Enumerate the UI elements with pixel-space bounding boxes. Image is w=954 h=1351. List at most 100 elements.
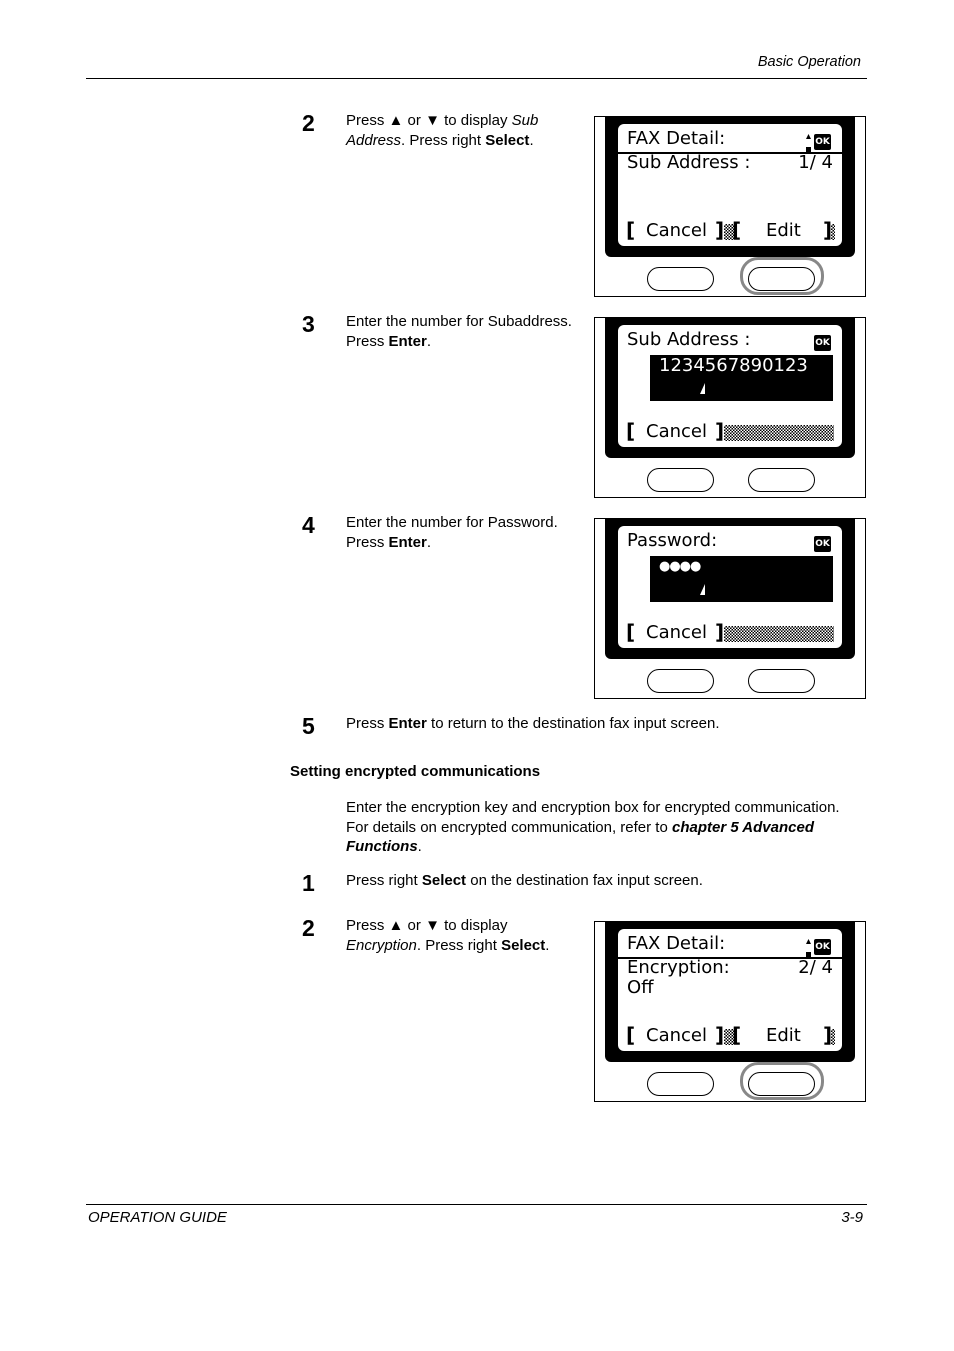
step-text: Press right Select on the destination fa… bbox=[346, 871, 703, 891]
text: to display bbox=[439, 917, 508, 934]
dither bbox=[724, 626, 834, 642]
softkey-bar: [ Cancel ] bbox=[618, 620, 842, 646]
lcd-title: FAX Detail: bbox=[627, 933, 726, 954]
text: . Press right bbox=[416, 936, 502, 954]
step-text: Press ▲ or ▼ to display Sub Address. Pre… bbox=[346, 111, 538, 150]
softkey-edit[interactable]: Edit bbox=[766, 1025, 801, 1046]
footer-rule bbox=[86, 1204, 867, 1205]
text: or bbox=[403, 112, 426, 129]
lcd-counter: 1/ 4 bbox=[798, 152, 833, 173]
key-name: Enter bbox=[388, 533, 427, 551]
lcd-title: Password: bbox=[627, 530, 718, 551]
key-name: Select bbox=[501, 936, 546, 954]
lcd-counter: 2/ 4 bbox=[798, 957, 833, 978]
ok-icon: OK bbox=[814, 134, 831, 150]
header-rule bbox=[86, 78, 867, 79]
text: . bbox=[545, 936, 550, 954]
cursor-icon bbox=[700, 383, 705, 394]
panel-fax-detail-encryption: FAX Detail: OK Encryption: 2/ 4 Off [ Ca… bbox=[594, 921, 866, 1102]
scroll-arrows-icon bbox=[806, 134, 811, 152]
ok-icon: OK bbox=[814, 335, 831, 351]
scroll-arrows-icon bbox=[806, 939, 811, 957]
text: Press right bbox=[346, 872, 422, 889]
right-select-button[interactable] bbox=[748, 468, 815, 492]
up-arrow-icon: ▲ bbox=[388, 917, 404, 934]
softkey-bar: [ Cancel ] [ Edit ] bbox=[618, 218, 842, 244]
text: Enter the number for Subaddress. bbox=[346, 313, 572, 330]
text: . Press right bbox=[401, 131, 486, 149]
section-heading: Setting encrypted communications bbox=[290, 763, 541, 780]
step-text: Enter the number for Subaddress. Press E… bbox=[346, 312, 572, 351]
step-text: Press ▲ or ▼ to display Encryption. Pres… bbox=[346, 916, 549, 955]
display-bezel: Sub Address : OK 1234567890123 [ Cancel … bbox=[605, 318, 855, 458]
ok-icon: OK bbox=[814, 536, 831, 552]
dither bbox=[831, 1029, 835, 1045]
text: . bbox=[417, 838, 422, 855]
lcd-screen: FAX Detail: OK Encryption: 2/ 4 Off [ Ca… bbox=[618, 929, 842, 1051]
text: on the destination fax input screen. bbox=[466, 872, 703, 889]
text: . bbox=[426, 332, 432, 350]
softkey-cancel[interactable]: Cancel bbox=[646, 421, 707, 442]
password-input[interactable]: ●●●● bbox=[650, 556, 833, 602]
softkey-cancel[interactable]: Cancel bbox=[646, 220, 707, 241]
text: or bbox=[403, 917, 426, 934]
right-select-button[interactable] bbox=[748, 267, 815, 291]
left-select-button[interactable] bbox=[647, 669, 714, 693]
term: Address bbox=[346, 131, 402, 149]
step-number: 4 bbox=[302, 512, 315, 538]
step-text: Press Enter to return to the destination… bbox=[346, 714, 720, 734]
panel-password-entry: Password: OK ●●●● [ Cancel ] bbox=[594, 518, 866, 699]
lcd-screen: Sub Address : OK 1234567890123 [ Cancel … bbox=[618, 325, 842, 447]
panel-fax-detail-subaddress: FAX Detail: OK Sub Address : 1/ 4 [ Canc… bbox=[594, 116, 866, 297]
text: For details on encrypted communication, … bbox=[346, 818, 672, 836]
text: to display bbox=[439, 112, 512, 129]
step-number: 1 bbox=[302, 870, 315, 896]
dither bbox=[831, 224, 835, 240]
step-number: 2 bbox=[302, 915, 315, 941]
step-text: Enter the number for Password. Press Ent… bbox=[346, 513, 558, 552]
lcd-item: Sub Address : bbox=[627, 152, 751, 173]
lcd-screen: FAX Detail: OK Sub Address : 1/ 4 [ Canc… bbox=[618, 124, 842, 246]
softkey-edit[interactable]: Edit bbox=[766, 220, 801, 241]
left-select-button[interactable] bbox=[647, 468, 714, 492]
right-select-button[interactable] bbox=[748, 669, 815, 693]
panel-subaddress-entry: Sub Address : OK 1234567890123 [ Cancel … bbox=[594, 317, 866, 498]
lcd-item: Encryption: bbox=[627, 957, 730, 978]
footer-guide-title: OPERATION GUIDE bbox=[88, 1209, 227, 1226]
key-name: Select bbox=[421, 872, 467, 889]
page-number: 3-9 bbox=[841, 1209, 863, 1226]
ok-icon: OK bbox=[814, 939, 831, 955]
header-section-title: Basic Operation bbox=[757, 54, 861, 70]
lcd-title: Sub Address : bbox=[627, 329, 751, 350]
up-arrow-icon: ▲ bbox=[388, 112, 404, 129]
term: Encryption bbox=[346, 936, 417, 954]
text: Press bbox=[346, 533, 389, 551]
text: Press bbox=[346, 332, 389, 350]
text: Press bbox=[346, 715, 389, 732]
lcd-screen: Password: OK ●●●● [ Cancel ] bbox=[618, 526, 842, 648]
subaddress-input[interactable]: 1234567890123 bbox=[650, 355, 833, 401]
down-arrow-icon: ▼ bbox=[425, 917, 440, 934]
text: . bbox=[529, 131, 534, 149]
cursor-icon bbox=[700, 584, 705, 595]
input-value: 1234567890123 bbox=[659, 355, 808, 376]
lcd-value: Off bbox=[627, 977, 654, 998]
softkey-cancel[interactable]: Cancel bbox=[646, 622, 707, 643]
text: Press bbox=[346, 917, 389, 934]
text: Enter the number for Password. bbox=[346, 514, 558, 531]
right-select-button[interactable] bbox=[748, 1072, 815, 1096]
display-bezel: FAX Detail: OK Encryption: 2/ 4 Off [ Ca… bbox=[605, 922, 855, 1062]
key-name: Enter bbox=[388, 332, 427, 350]
softkey-bar: [ Cancel ] bbox=[618, 419, 842, 445]
softkey-cancel[interactable]: Cancel bbox=[646, 1025, 707, 1046]
display-bezel: Password: OK ●●●● [ Cancel ] bbox=[605, 519, 855, 659]
term: Sub bbox=[511, 112, 539, 129]
left-select-button[interactable] bbox=[647, 267, 714, 291]
lcd-title: FAX Detail: bbox=[627, 128, 726, 149]
text: Press bbox=[346, 112, 389, 129]
step-number: 2 bbox=[302, 110, 315, 136]
step-number: 3 bbox=[302, 311, 315, 337]
left-select-button[interactable] bbox=[647, 1072, 714, 1096]
text: to return to the destination fax input s… bbox=[426, 715, 720, 732]
display-bezel: FAX Detail: OK Sub Address : 1/ 4 [ Canc… bbox=[605, 117, 855, 257]
